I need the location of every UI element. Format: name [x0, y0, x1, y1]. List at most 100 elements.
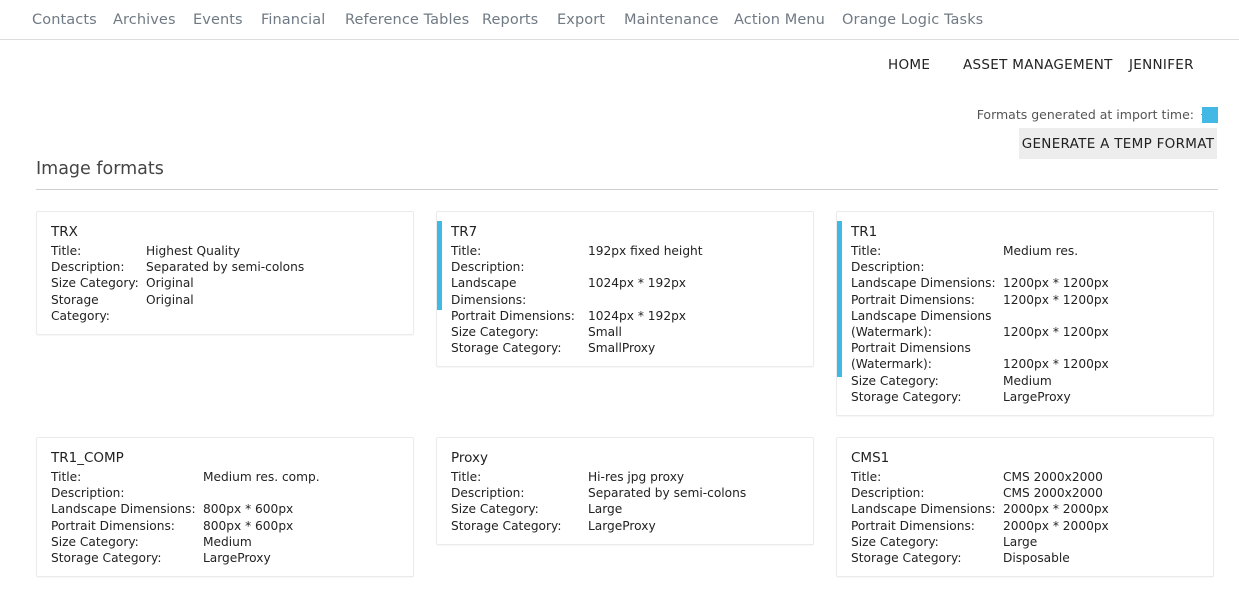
- property-value: CMS 2000x2000: [1003, 486, 1103, 501]
- format-property-row: Description: CMS 2000x2000: [851, 485, 1203, 501]
- property-value: Large: [588, 502, 623, 517]
- format-property-row: Title: Medium res. comp.: [51, 469, 403, 485]
- format-name: TR7: [451, 224, 478, 240]
- property-value: 2000px * 2000px: [1003, 518, 1109, 533]
- nav-reports[interactable]: Reports: [482, 12, 538, 28]
- property-label: Title:: [451, 244, 482, 258]
- nav-contacts[interactable]: Contacts: [32, 12, 97, 28]
- format-name: TRX: [51, 224, 78, 240]
- nav-reference-tables[interactable]: Reference Tables: [345, 12, 469, 28]
- format-name: CMS1: [851, 450, 890, 466]
- property-label: Storage Category:: [51, 292, 110, 323]
- format-card-tr1[interactable]: TR1 Title: Medium res. Description: Landscap…: [836, 211, 1214, 417]
- legend-swatch: [1202, 107, 1218, 123]
- format-property-row: Portrait Dimensions (Watermark): 1200px *…: [851, 340, 1203, 372]
- format-property-row: Storage Category: LargeProxy: [51, 550, 403, 566]
- format-property-row: Title: Highest Quality: [51, 243, 403, 259]
- generate-temp-format-button[interactable]: GENERATE A TEMP FORMAT: [1019, 128, 1217, 159]
- property-label: Title:: [451, 470, 482, 484]
- format-card-proxy[interactable]: Proxy Title: Hi-res jpg proxy Description: S…: [436, 437, 814, 545]
- format-property-row: Landscape Dimensions: 800px * 600px: [51, 501, 403, 517]
- property-label: Portrait Dimensions:: [51, 518, 175, 533]
- property-value: Original: [146, 276, 194, 291]
- property-label: Size Category:: [851, 534, 939, 549]
- property-label: Title:: [51, 244, 82, 258]
- format-card-tr7[interactable]: TR7 Title: 192px fixed height Description: L…: [436, 211, 814, 368]
- nav-orange-logic-tasks[interactable]: Orange Logic Tasks: [842, 12, 983, 28]
- property-value: Disposable: [1003, 551, 1070, 566]
- section-title: Image formats: [36, 159, 164, 179]
- property-label: Description:: [451, 260, 525, 275]
- format-card-trx[interactable]: TRX Title: Highest Quality Description: Sepa…: [36, 211, 414, 336]
- property-label: Portrait Dimensions:: [851, 518, 975, 533]
- format-property-row: Size Category: Original: [51, 275, 403, 291]
- nav-asset-management[interactable]: ASSET MANAGEMENT: [963, 57, 1113, 73]
- format-property-row: Storage Category: SmallProxy: [451, 340, 803, 356]
- property-label: Landscape Dimensions:: [451, 276, 527, 307]
- format-property-row: Description:: [451, 259, 803, 275]
- format-property-row: Description: Separated by semi-colons: [51, 259, 403, 275]
- property-label: Size Category:: [451, 502, 539, 517]
- property-label: Description:: [851, 260, 925, 275]
- user-name: JENNIFER: [1129, 57, 1194, 73]
- property-value: LargeProxy: [1003, 389, 1071, 404]
- property-value: Medium: [203, 534, 252, 549]
- property-label: Landscape Dimensions (Watermark):: [851, 308, 992, 340]
- property-value: 1200px * 1200px: [1003, 292, 1109, 307]
- format-property-row: Description: Separated by semi-colons: [451, 485, 803, 501]
- format-property-row: Size Category: Large: [451, 501, 803, 517]
- property-label: Size Category:: [851, 373, 939, 388]
- user-menu[interactable]: JENNIFER: [1129, 57, 1209, 118]
- property-value: 1200px * 1200px: [1003, 357, 1109, 372]
- format-property-row: Landscape Dimensions: 1024px * 192px: [451, 275, 803, 307]
- format-name: TR1_COMP: [51, 450, 124, 466]
- property-label: Description:: [451, 486, 525, 501]
- property-value: LargeProxy: [588, 518, 656, 533]
- format-property-row: Portrait Dimensions: 1024px * 192px: [451, 308, 803, 324]
- property-value: Hi-res jpg proxy: [588, 470, 685, 484]
- format-property-row: Title: 192px fixed height: [451, 243, 803, 259]
- format-property-row: Storage Category: LargeProxy: [451, 518, 803, 534]
- property-label: Size Category:: [51, 534, 139, 549]
- property-value: Small: [588, 325, 622, 340]
- format-property-row: Size Category: Medium: [851, 373, 1203, 389]
- format-property-row: Storage Category: LargeProxy: [851, 389, 1203, 405]
- nav-home[interactable]: HOME: [888, 57, 930, 73]
- property-value: 1200px * 1200px: [1003, 276, 1109, 291]
- property-label: Title:: [851, 470, 882, 484]
- nav-financial[interactable]: Financial: [261, 12, 325, 28]
- section-divider: [36, 189, 1218, 190]
- top-navigation: Contacts Archives Events Financial Refer…: [0, 0, 1239, 40]
- property-value: Medium res.: [1003, 244, 1079, 258]
- property-value: 800px * 600px: [203, 502, 294, 517]
- property-value: Medium res. comp.: [203, 470, 320, 484]
- property-value: Highest Quality: [146, 244, 241, 258]
- format-property-row: Title: CMS 2000x2000: [851, 469, 1203, 485]
- format-property-row: Title: Medium res.: [851, 243, 1203, 259]
- property-label: Storage Category:: [851, 551, 962, 566]
- property-label: Portrait Dimensions:: [451, 308, 575, 323]
- property-label: Storage Category:: [451, 341, 562, 356]
- property-value: Large: [1003, 534, 1038, 549]
- format-property-row: Size Category: Small: [451, 324, 803, 340]
- nav-maintenance[interactable]: Maintenance: [624, 12, 718, 28]
- nav-export[interactable]: Export: [557, 12, 605, 28]
- format-property-row: Storage Category: Original: [51, 292, 403, 324]
- format-property-row: Storage Category: Disposable: [851, 550, 1203, 566]
- format-card-tr1-comp[interactable]: TR1_COMP Title: Medium res. comp. Descripti…: [36, 437, 414, 578]
- format-property-row: Portrait Dimensions: 1200px * 1200px: [851, 292, 1203, 308]
- property-label: Landscape Dimensions:: [851, 502, 996, 517]
- format-property-row: Portrait Dimensions: 800px * 600px: [51, 518, 403, 534]
- property-value: 1024px * 192px: [588, 276, 687, 291]
- property-value: CMS 2000x2000: [1003, 470, 1103, 484]
- property-label: Portrait Dimensions:: [851, 292, 975, 307]
- property-label: Description:: [51, 260, 125, 275]
- nav-events[interactable]: Events: [193, 12, 243, 28]
- nav-action-menu[interactable]: Action Menu: [734, 12, 825, 28]
- format-property-row: Landscape Dimensions: 1200px * 1200px: [851, 275, 1203, 291]
- format-property-row: Landscape Dimensions (Watermark): 1200px …: [851, 308, 1203, 340]
- property-label: Description:: [851, 486, 925, 501]
- property-value: SmallProxy: [588, 341, 656, 356]
- format-card-cms1[interactable]: CMS1 Title: CMS 2000x2000 Description: CMS 2…: [836, 437, 1214, 578]
- nav-archives[interactable]: Archives: [113, 12, 176, 28]
